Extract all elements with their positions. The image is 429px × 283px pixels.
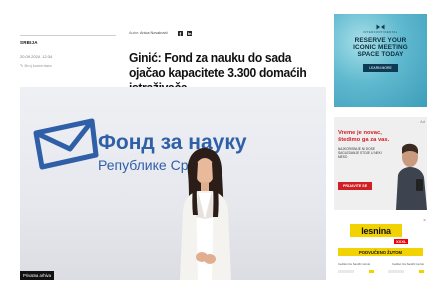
lesnina-ad-banner[interactable]: × lesnina XXXL PODVUČENO ŽUTOM Cedilan I… bbox=[334, 218, 427, 283]
ad-choice-badge[interactable]: Ad bbox=[420, 119, 425, 124]
xxxl-badge: XXXL bbox=[394, 239, 409, 244]
comments-label: Broj komentara bbox=[24, 63, 52, 68]
bank-ad-banner[interactable]: Ad Vreme je novac, štedimo ga za vas. NA… bbox=[334, 117, 427, 210]
hotel-ad-line-1: RESERVE YOUR bbox=[354, 37, 407, 44]
product-label-1: Cedilan Iza Sandbr Hordo bbox=[338, 262, 371, 266]
linkedin-share-icon[interactable] bbox=[186, 30, 192, 36]
comments-link[interactable]: ✎ Broj komentara bbox=[20, 63, 52, 68]
comment-icon: ✎ bbox=[20, 63, 24, 68]
price-tag-chip bbox=[368, 270, 374, 273]
learn-more-button[interactable]: LEARN MORE bbox=[363, 63, 398, 72]
hotel-ad-content: INTERCONTINENTAL RESERVE YOUR ICONIC MEE… bbox=[340, 20, 421, 101]
price-tag-chip bbox=[418, 270, 424, 273]
photo-scene: Фонд за науку Републике Србије bbox=[33, 118, 247, 280]
sign-line-1: Фонд за науку bbox=[98, 131, 247, 154]
price-tag-bar bbox=[338, 270, 354, 273]
hotel-ad-banner[interactable]: INTERCONTINENTAL RESERVE YOUR ICONIC MEE… bbox=[334, 14, 427, 107]
article-photo: Фонд за науку Републике Србије Privatna … bbox=[20, 87, 326, 280]
lesnina-product-labels: Cedilan Iza Sandbr Hordo Cedilan Iza San… bbox=[338, 262, 424, 266]
hotel-ad-line-3: SPACE TODAY bbox=[357, 51, 404, 59]
lesnina-logo: lesnina bbox=[350, 224, 402, 237]
facebook-share-icon[interactable] bbox=[177, 30, 183, 36]
envelope-logo-icon bbox=[33, 118, 99, 170]
bank-ad-body: NAJKORISNIJE NI DOSE SAGLEDANJE STOJE U … bbox=[338, 147, 382, 159]
bank-ad-headline: Vreme je novac, štedimo ga za vas. bbox=[338, 130, 389, 143]
meta-divider bbox=[20, 35, 116, 36]
article-date: 20.09.2024. 12:34 bbox=[20, 54, 53, 59]
bank-headline-2: štedimo ga za vas. bbox=[338, 136, 390, 143]
close-icon[interactable]: × bbox=[423, 218, 426, 224]
hotel-logo-icon bbox=[376, 24, 385, 30]
article-category[interactable]: SRBIJA bbox=[20, 40, 38, 45]
hotel-brand: INTERCONTINENTAL bbox=[363, 31, 398, 34]
lesnina-strip-text: PODVUČENO ŽUTOM bbox=[359, 249, 402, 255]
lesnina-logo-text: lesnina bbox=[361, 225, 391, 236]
byline-prefix: Autor: bbox=[129, 31, 140, 35]
bank-headline-1: Vreme je novac, bbox=[338, 130, 382, 136]
author-name[interactable]: Anica Novaković bbox=[140, 31, 168, 35]
prijavite-se-button[interactable]: PRIJAVITE SE bbox=[338, 182, 373, 190]
hotel-ad-line-2: ICONIC MEETING bbox=[353, 44, 408, 52]
byline: Autor: Anica Novaković bbox=[129, 31, 168, 35]
lesnina-strip: PODVUČENO ŽUTOM bbox=[338, 248, 423, 256]
product-label-2: Cedilan Iza Sandbr Hordo bbox=[391, 262, 424, 266]
lesnina-price-tags bbox=[338, 270, 424, 273]
photo-caption: Privatna arhiva bbox=[20, 271, 54, 280]
price-tag-bar bbox=[388, 270, 405, 273]
